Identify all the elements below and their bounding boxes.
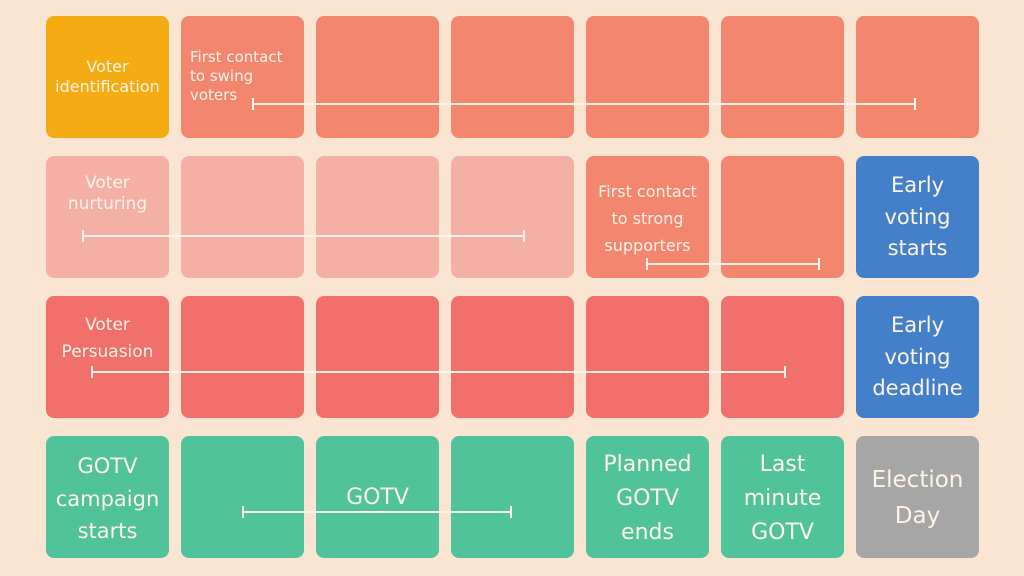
cell-swing: [586, 16, 709, 138]
label-gotv-campaign-starts: GOTV campaign starts: [55, 454, 160, 544]
timeline-bar-gotv: [242, 506, 512, 518]
label-first-contact-strong: First contact to strong supporters: [598, 182, 697, 256]
cell-persuasion: [586, 296, 709, 418]
label-gotv: GOTV: [346, 485, 409, 510]
timeline-bar-swing-voters: [252, 98, 916, 110]
label-early-voting-deadline: Early voting deadline: [872, 313, 963, 400]
label-last-minute-gotv: Last minute GOTV: [743, 452, 822, 546]
label-voter-persuasion: Voter Persuasion: [61, 315, 154, 363]
label-voter-nurturing: Voter nurturing: [67, 173, 148, 215]
cell-nurturing: [181, 156, 304, 278]
cell-nurturing: [451, 156, 574, 278]
cell-persuasion: [721, 296, 844, 418]
cell-swing: [316, 16, 439, 138]
cell-gotv: [181, 436, 304, 558]
label-planned-gotv-ends: Planned GOTV ends: [603, 452, 692, 546]
cell-swing: [721, 156, 844, 278]
timeline-bar-persuasion: [91, 366, 786, 378]
cell-persuasion: [451, 296, 574, 418]
label-election-day: Election Day: [871, 467, 964, 529]
cell-swing: [856, 16, 979, 138]
timeline-bar-nurturing: [82, 230, 525, 242]
cell-nurturing: [316, 156, 439, 278]
label-first-contact-swing: First contact to swing voters: [190, 48, 283, 104]
cell-gotv: [451, 436, 574, 558]
cell-persuasion: [316, 296, 439, 418]
timeline-bar-strong-supporters: [646, 258, 820, 270]
label-early-voting-starts: Early voting starts: [884, 173, 951, 260]
label-voter-identification: Voter identification: [55, 57, 160, 96]
cell-persuasion: [181, 296, 304, 418]
cell-swing: [721, 16, 844, 138]
cell-swing: [451, 16, 574, 138]
